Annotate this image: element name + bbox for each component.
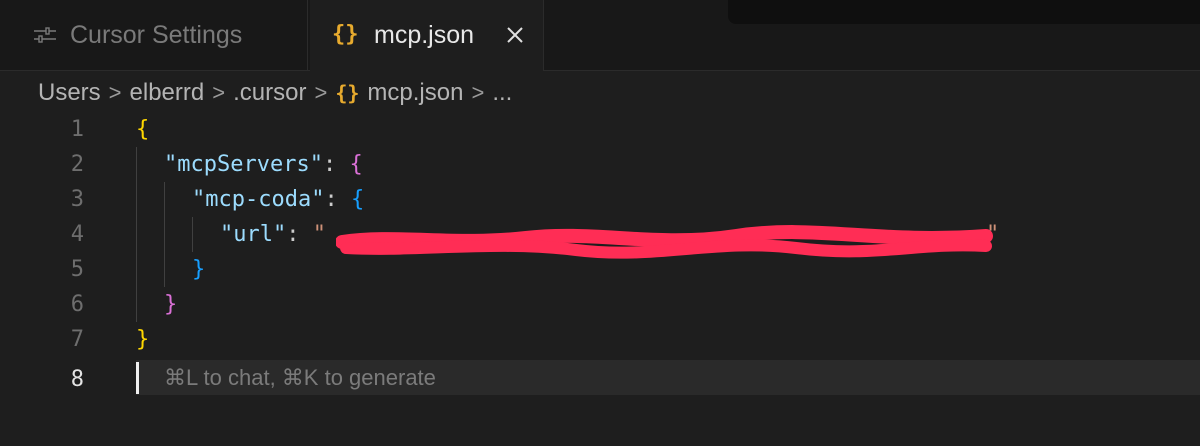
breadcrumb-item-elberrd[interactable]: elberrd: [130, 79, 205, 107]
code-line: 6 }: [0, 287, 1200, 322]
code-line: 3 "mcp-coda": {: [0, 182, 1200, 217]
json-key: "url": [220, 222, 287, 247]
json-colon: :: [286, 222, 313, 247]
json-colon: :: [322, 152, 350, 177]
tab-bar: Cursor Settings {} mcp.json: [0, 0, 1200, 71]
ai-shortcut-hint: ⌘L to chat, ⌘K to generate: [164, 365, 436, 390]
line-number: 3: [70, 187, 84, 212]
close-icon[interactable]: [504, 24, 526, 46]
code-line: 1 {: [0, 112, 1200, 147]
tab-label: Cursor Settings: [70, 20, 243, 49]
breadcrumb-separator: >: [212, 80, 226, 105]
code-line: 2 "mcpServers": {: [0, 147, 1200, 182]
code-line: 7 }: [0, 322, 1200, 357]
json-brace: {: [350, 187, 365, 212]
json-key: "mcp-coda": [192, 187, 325, 212]
json-key: "mcpServers": [164, 152, 323, 177]
line-number: 2: [70, 152, 84, 177]
json-brace: {: [349, 152, 363, 177]
json-brace: }: [136, 327, 150, 352]
json-braces-icon: {}: [332, 22, 359, 47]
json-brace: {: [136, 117, 150, 142]
line-number: 1: [70, 117, 84, 142]
tab-mcp-json[interactable]: {} mcp.json: [310, 0, 544, 71]
line-number: 7: [70, 327, 84, 352]
redaction-scribble: [336, 225, 993, 259]
tab-cursor-settings[interactable]: Cursor Settings: [0, 0, 308, 70]
json-brace: }: [192, 257, 206, 282]
breadcrumb-item-users[interactable]: Users: [38, 79, 101, 107]
json-braces-icon: {}: [335, 81, 360, 105]
json-string-quote: ": [312, 222, 326, 247]
settings-sliders-icon: [34, 27, 56, 43]
breadcrumb-separator: >: [108, 80, 122, 105]
tab-label: mcp.json: [374, 21, 475, 49]
line-number: 5: [70, 257, 84, 282]
line-number: 6: [70, 292, 84, 317]
json-brace: }: [164, 292, 178, 317]
title-strip: [728, 0, 1200, 24]
breadcrumb-item-mcp-json[interactable]: mcp.json: [367, 79, 463, 107]
line-number: 4: [70, 222, 84, 247]
breadcrumb-separator: >: [471, 80, 485, 105]
breadcrumb-item-more[interactable]: ...: [492, 79, 512, 107]
text-cursor: [136, 362, 139, 394]
breadcrumb-separator: >: [314, 80, 328, 105]
breadcrumb-item-cursor[interactable]: .cursor: [233, 79, 306, 107]
breadcrumb: Users > elberrd > .cursor > {} mcp.json …: [38, 76, 512, 110]
line-number-active: 8: [70, 367, 84, 392]
json-colon: :: [324, 187, 351, 212]
